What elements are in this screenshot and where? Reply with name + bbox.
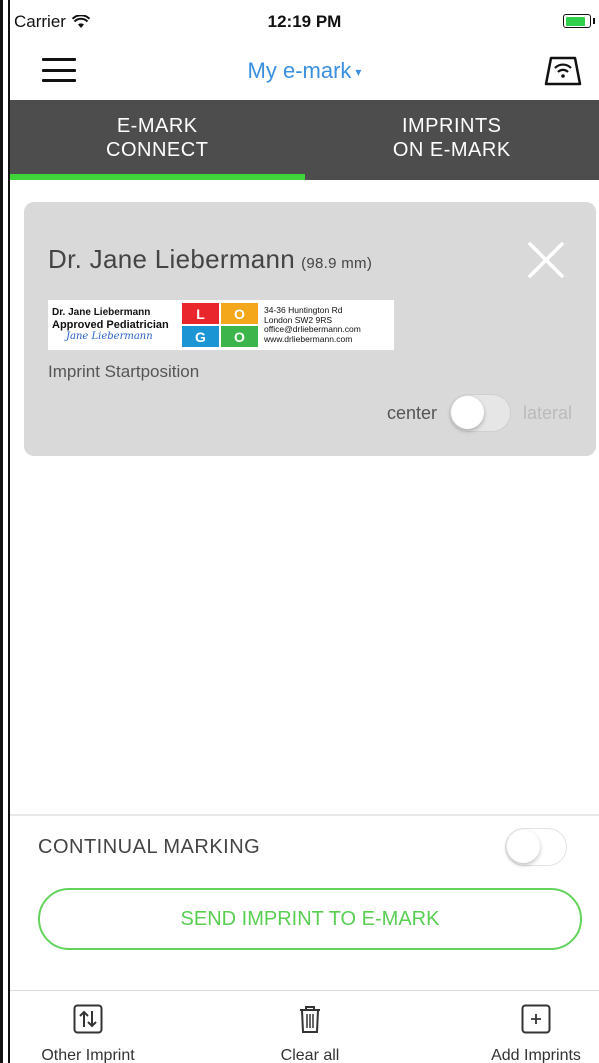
clock: 12:19 PM	[267, 12, 342, 31]
imprint-card: Dr. Jane Liebermann (98.9 mm) Dr. Jane Li…	[24, 202, 596, 456]
tab-label-line1: IMPRINTS	[401, 115, 502, 137]
imprint-signature: Jane Liebermann	[66, 331, 153, 342]
address-line: www.drliebermann.com	[264, 333, 353, 344]
imprint-title: Dr. Jane Liebermann (98.9 mm)	[48, 244, 372, 275]
other-imprint-label: Other Imprint	[41, 1047, 135, 1063]
clear-all-label: Clear all	[280, 1047, 340, 1063]
logo-letter: O	[221, 326, 258, 347]
tab-label-line2: ON E-MARK	[392, 139, 511, 161]
bottom-toolbar: Other Imprint Clear all Add Imprints	[10, 1000, 599, 1063]
window-left-border	[0, 0, 10, 1063]
imprint-address-block: 34-36 Huntington Rd London SW2 9RS offic…	[264, 305, 361, 344]
e-mark-device-icon[interactable]	[543, 54, 583, 88]
device-selector[interactable]: My e-mark ▾	[10, 58, 599, 84]
continual-marking-label: CONTINUAL MARKING	[38, 836, 261, 858]
toggle-option-lateral: lateral	[522, 402, 572, 423]
imprint-line-title: Approved Pediatrician	[52, 319, 169, 331]
startposition-switch[interactable]	[448, 394, 511, 432]
trash-icon	[300, 1006, 320, 1033]
close-icon[interactable]	[524, 238, 568, 282]
tab-label-line2: CONNECT	[106, 139, 209, 161]
tab-label-line1: E-MARK	[116, 115, 198, 137]
divider	[10, 990, 599, 991]
toggle-option-center: center	[386, 402, 437, 423]
imprint-text-block: Dr. Jane Liebermann Approved Pediatricia…	[48, 307, 182, 343]
imprint-preview: Dr. Jane Liebermann Approved Pediatricia…	[48, 300, 394, 350]
tab-e-mark-connect[interactable]: E-MARK CONNECT	[10, 100, 305, 180]
divider	[10, 814, 599, 816]
logo-letter: O	[221, 303, 258, 324]
add-imprints-button[interactable]: Add Imprints	[476, 1000, 596, 1063]
clear-all-button[interactable]: Clear all	[260, 1000, 360, 1063]
add-imprints-label: Add Imprints	[491, 1047, 581, 1063]
logo-letter: L	[182, 303, 219, 324]
status-bar: Carrier 12:19 PM	[10, 0, 599, 44]
top-tabs: E-MARK CONNECT IMPRINTS ON E-MARK	[10, 100, 599, 180]
tab-imprints-on-e-mark[interactable]: IMPRINTS ON E-MARK	[305, 100, 599, 180]
startposition-toggle-row: center lateral	[387, 394, 572, 432]
swap-icon	[73, 1004, 103, 1034]
battery-icon	[563, 14, 595, 28]
send-imprint-button[interactable]: SEND IMPRINT TO E-MARK	[38, 888, 582, 950]
continual-marking-switch[interactable]	[505, 828, 567, 866]
other-imprint-button[interactable]: Other Imprint	[28, 1000, 148, 1063]
navigation-bar: My e-mark ▾	[10, 44, 599, 100]
add-icon	[521, 1004, 551, 1034]
imprint-size: (98.9 mm)	[301, 255, 373, 272]
chevron-down-icon: ▾	[355, 65, 362, 80]
logo-image: L O G O	[182, 303, 258, 347]
imprint-name: Dr. Jane Liebermann	[48, 244, 296, 274]
startposition-label: Imprint Startposition	[48, 362, 200, 381]
logo-letter: G	[182, 326, 219, 347]
imprint-line-name: Dr. Jane Liebermann	[52, 307, 151, 318]
device-selector-label: My e-mark	[247, 58, 352, 83]
